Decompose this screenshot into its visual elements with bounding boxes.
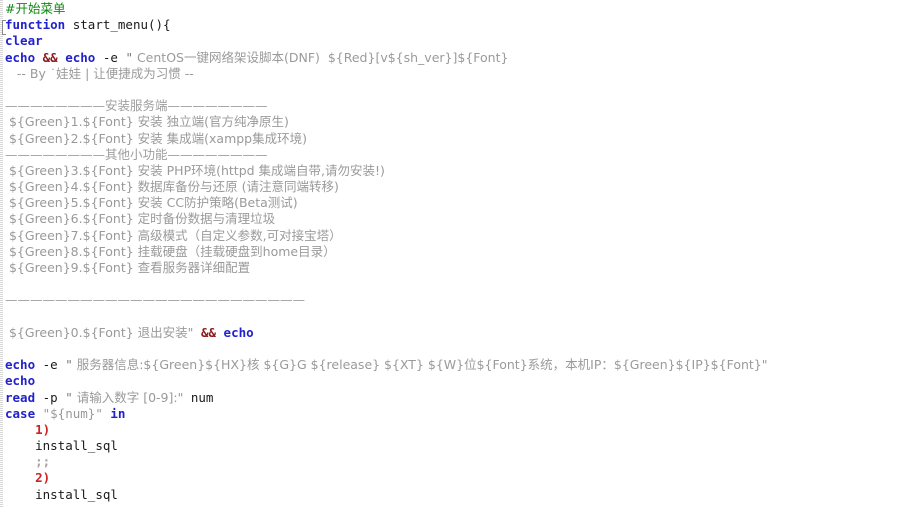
operator-and: && bbox=[200, 324, 217, 340]
code-line: ${Green}5.${Font} 安装 CC防护策略(Beta测试) bbox=[5, 195, 923, 211]
code-line: 2) bbox=[5, 470, 923, 486]
section-divider-install-server: ————————安装服务端———————— bbox=[5, 98, 268, 114]
menu-item-9: ${Green}9.${Font} 查看服务器详细配置 bbox=[5, 260, 251, 275]
menu-item-0: ${Green}0.${Font} 退出安装" bbox=[5, 324, 194, 340]
prompt-string: 请输入数字 [0-9]:" bbox=[72, 389, 184, 405]
code-line: ${Green}8.${Font} 挂载硬盘（挂载硬盘到home目录） bbox=[5, 244, 923, 260]
code-line: ————————其他小功能———————— bbox=[5, 147, 923, 163]
keyword-echo: echo bbox=[223, 324, 254, 340]
variable-num: num bbox=[183, 389, 214, 405]
code-line: clear bbox=[5, 33, 923, 49]
section-divider-footer: ———————————————————————— bbox=[5, 292, 305, 308]
keyword-echo: echo bbox=[5, 357, 36, 373]
code-line: echo bbox=[5, 373, 923, 389]
quote-glyph: " bbox=[65, 389, 73, 405]
case-label-2: 2) bbox=[35, 470, 51, 486]
flag-p: -p bbox=[35, 389, 66, 405]
code-line: ${Green}3.${Font} 安装 PHP环境(httpd 集成端自带,请… bbox=[5, 163, 923, 179]
menu-item-7: ${Green}7.${Font} 高级模式（自定义参数,可对接宝塔） bbox=[5, 227, 342, 243]
string-token: -- By ˙娃娃 | 让便捷成为习惯 -- bbox=[5, 65, 194, 81]
code-line: case "${num}" in bbox=[5, 406, 923, 422]
keyword-in: in bbox=[110, 405, 126, 421]
menu-item-8: ${Green}8.${Font} 挂载硬盘（挂载硬盘到home目录） bbox=[5, 243, 336, 259]
code-editor-view[interactable]: #开始菜单 function start_menu(){ clear echo … bbox=[0, 0, 923, 508]
code-line: -- By ˙娃娃 | 让便捷成为习惯 -- bbox=[5, 66, 923, 82]
case-label-1: 1) bbox=[35, 421, 51, 437]
code-line: ${Green}1.${Font} 安装 独立端(官方纯净原生) bbox=[5, 114, 923, 130]
comment-token: #开始菜单 bbox=[5, 1, 66, 16]
quote-glyph: " bbox=[125, 49, 133, 65]
menu-item-5: ${Green}5.${Font} 安装 CC防护策略(Beta测试) bbox=[5, 195, 298, 211]
case-subject: "${num}" bbox=[35, 405, 111, 421]
code-lines-container: #开始菜单 function start_menu(){ clear echo … bbox=[5, 1, 923, 508]
function-name: start_menu(){ bbox=[65, 17, 171, 33]
code-line: ———————————————————————— bbox=[5, 292, 923, 308]
code-line: echo && echo -e " CentOS一键网络架设脚本(DNF) ${… bbox=[5, 50, 923, 66]
code-line: ${Green}4.${Font} 数据库备份与还原 (请注意同端转移) bbox=[5, 179, 923, 195]
code-line: ${Green}7.${Font} 高级模式（自定义参数,可对接宝塔） bbox=[5, 228, 923, 244]
case-terminator: ;; bbox=[35, 454, 51, 470]
code-line: ${Green}6.${Font} 定时备份数据与清理垃圾 bbox=[5, 211, 923, 227]
flag-e: -e bbox=[35, 357, 66, 373]
function-call-install-sql: install_sql bbox=[35, 486, 118, 502]
keyword-case: case bbox=[5, 405, 36, 421]
code-line: #开始菜单 bbox=[5, 1, 923, 17]
code-line: install_sql bbox=[5, 487, 923, 503]
flag-e: -e bbox=[95, 49, 126, 65]
keyword-clear: clear bbox=[5, 33, 43, 49]
keyword-echo: echo bbox=[5, 373, 36, 389]
keyword-read: read bbox=[5, 389, 36, 405]
code-line: ${Green}2.${Font} 安装 集成端(xampp集成环境) bbox=[5, 131, 923, 147]
function-call-install-sql: install_sql bbox=[35, 438, 118, 454]
code-line: ————————安装服务端———————— bbox=[5, 98, 923, 114]
section-divider-other-tools: ————————其他小功能———————— bbox=[5, 146, 268, 162]
code-line: ;; bbox=[5, 454, 923, 470]
menu-item-1: ${Green}1.${Font} 安装 独立端(官方纯净原生) bbox=[5, 114, 289, 130]
keyword-echo: echo bbox=[5, 49, 36, 65]
code-line: function start_menu(){ bbox=[5, 17, 923, 33]
code-line: ;; bbox=[5, 503, 923, 508]
case-terminator: ;; bbox=[35, 503, 50, 508]
code-line: ${Green}9.${Font} 查看服务器详细配置 bbox=[5, 260, 923, 276]
keyword-echo: echo bbox=[65, 49, 96, 65]
code-line: ${Green}0.${Font} 退出安装" && echo bbox=[5, 325, 923, 341]
code-line: echo -e " 服务器信息:${Green}${HX}核 ${G}G ${r… bbox=[5, 357, 923, 373]
operator-and: && bbox=[42, 49, 58, 65]
code-line: read -p " 请输入数字 [0-9]:" num bbox=[5, 390, 923, 406]
code-line: 1) bbox=[5, 422, 923, 438]
code-line: install_sql bbox=[5, 438, 923, 454]
string-token: CentOS一键网络架设脚本(DNF) ${Red}[v${sh_ver}]${… bbox=[132, 49, 509, 65]
menu-item-3: ${Green}3.${Font} 安装 PHP环境(httpd 集成端自带,请… bbox=[5, 162, 385, 178]
menu-item-6: ${Green}6.${Font} 定时备份数据与清理垃圾 bbox=[5, 211, 276, 227]
gutter-rule bbox=[0, 0, 3, 508]
keyword-function: function bbox=[5, 17, 66, 33]
quote-glyph: " bbox=[65, 357, 73, 373]
menu-item-4: ${Green}4.${Font} 数据库备份与还原 (请注意同端转移) bbox=[5, 179, 339, 195]
menu-item-2: ${Green}2.${Font} 安装 集成端(xampp集成环境) bbox=[5, 130, 307, 146]
server-info-string: 服务器信息:${Green}${HX}核 ${G}G ${release} ${… bbox=[72, 357, 768, 373]
